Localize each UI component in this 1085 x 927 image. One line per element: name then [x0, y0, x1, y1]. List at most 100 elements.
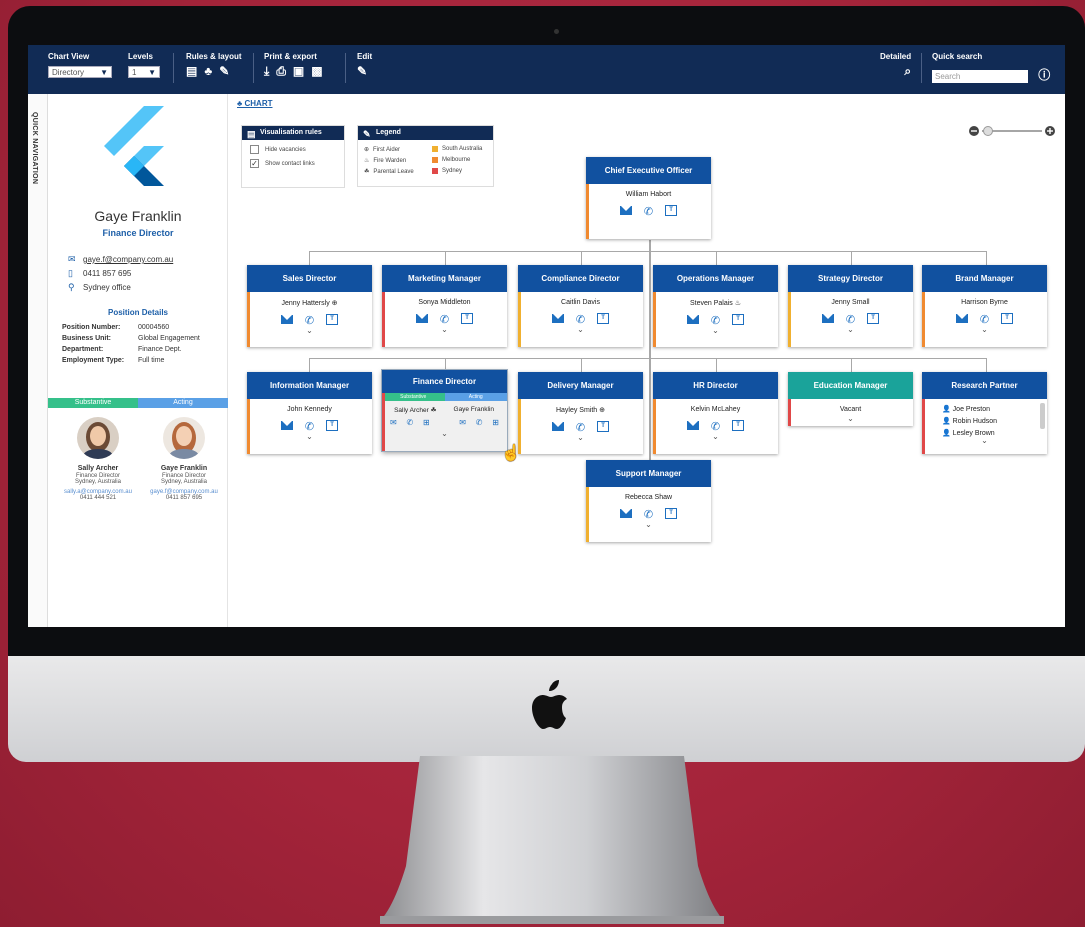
expand-chevron-icon[interactable]: ⌄: [247, 433, 372, 441]
expand-chevron-icon[interactable]: ⌄: [518, 434, 643, 442]
download-icon[interactable]: ⤓: [264, 64, 269, 79]
phone-icon[interactable]: ✆: [644, 205, 653, 218]
hierarchy-icon[interactable]: ♣: [204, 64, 212, 78]
person-icon: 👤: [942, 430, 953, 437]
expand-chevron-icon[interactable]: ⌄: [922, 437, 1047, 445]
email-icon[interactable]: [619, 206, 632, 215]
expand-chevron-icon[interactable]: ⌄: [247, 327, 372, 335]
card-person-text: Jenny Hattersly: [281, 300, 330, 307]
teams-icon[interactable]: T: [326, 314, 339, 325]
teams-icon[interactable]: T: [597, 421, 610, 432]
position-card[interactable]: Brand Manager Harrison Byrne ✆ T ⌄: [922, 265, 1047, 347]
expand-chevron-icon[interactable]: ⌄: [586, 521, 711, 529]
position-card[interactable]: Marketing Manager Sonya Middleton ✆ T ⌄: [382, 265, 507, 347]
wrench-icon[interactable]: ✎: [219, 64, 229, 78]
expand-chevron-icon[interactable]: ⌄: [788, 415, 913, 423]
legend-panel: ✎ Legend ⊕ First Aider ♨ Fire Warden ☘ Paren…: [357, 125, 494, 187]
email-icon[interactable]: [551, 422, 564, 431]
teams-icon[interactable]: ⊞: [423, 418, 430, 427]
position-card-finance-director[interactable]: Finance Director Substantive Acting Sally…: [382, 370, 507, 451]
clipboard-icon[interactable]: ▣: [293, 64, 304, 79]
connector-line: [986, 358, 987, 372]
breadcrumb[interactable]: ♣ CHART: [237, 99, 272, 108]
position-card[interactable]: Compliance Director Caitlin Davis ✆ T ⌄: [518, 265, 643, 347]
teams-icon[interactable]: T: [1001, 313, 1014, 324]
image-icon[interactable]: ▩: [311, 64, 322, 79]
person-icon: 👤: [942, 406, 953, 413]
zoom-slider[interactable]: [968, 125, 1058, 137]
tab-substantive[interactable]: Substantive: [48, 398, 138, 408]
quick-navigation[interactable]: QUICK NAVIGATION: [28, 94, 48, 627]
position-card-research-partner[interactable]: Research Partner 👤 Joe Preston 👤 Robin H…: [922, 372, 1047, 454]
expand-chevron-icon[interactable]: ⌄: [382, 430, 507, 438]
member-name: Lesley Brown: [952, 430, 995, 437]
teams-icon[interactable]: T: [665, 205, 678, 216]
expand-chevron-icon[interactable]: ⌄: [518, 326, 643, 334]
teams-icon[interactable]: ⊞: [492, 418, 499, 427]
email-icon[interactable]: [955, 314, 968, 323]
print-icon[interactable]: ⎙: [276, 64, 286, 79]
search-input[interactable]: Search: [932, 70, 1028, 83]
teams-icon[interactable]: T: [665, 508, 678, 519]
email-icon[interactable]: ✉: [459, 418, 466, 427]
email-icon[interactable]: [821, 314, 834, 323]
email-icon[interactable]: [551, 314, 564, 323]
list-item[interactable]: 👤 Robin Hudson: [942, 416, 1047, 428]
tab-acting[interactable]: Acting: [444, 393, 507, 401]
phone-icon[interactable]: ✆: [407, 418, 414, 427]
profile-email[interactable]: ✉ gaye.f@company.com.au: [68, 254, 173, 265]
email-icon[interactable]: [280, 421, 293, 430]
expand-chevron-icon[interactable]: ⌄: [653, 327, 778, 335]
tab-acting[interactable]: Acting: [138, 398, 228, 408]
teams-icon[interactable]: T: [732, 314, 745, 325]
scrollbar[interactable]: [1040, 403, 1045, 429]
position-card[interactable]: Delivery Manager Hayley Smith ⊕ ✆ T ⌄: [518, 372, 643, 454]
profile-phone[interactable]: ▯ 0411 857 695: [68, 268, 131, 279]
person-acting[interactable]: Gaye Franklin Finance Director Sydney, A…: [140, 417, 228, 501]
info-icon[interactable]: ⓘ: [1038, 68, 1050, 82]
teams-icon[interactable]: T: [732, 420, 745, 431]
expand-chevron-icon[interactable]: ⌄: [788, 326, 913, 334]
tab-substantive[interactable]: Substantive: [382, 393, 445, 401]
member-name: Robin Hudson: [952, 418, 998, 425]
show-links-checkbox[interactable]: ✓: [250, 159, 259, 168]
position-card[interactable]: Support Manager Rebecca Shaw ✆ T ⌄: [586, 460, 711, 542]
search-icon[interactable]: ⌕: [904, 64, 911, 79]
position-card-ceo[interactable]: Chief Executive Officer William Habort ✆…: [586, 157, 711, 239]
profile-phone-text: 0411 857 695: [83, 269, 132, 278]
position-card-vacant[interactable]: Education Manager Vacant ⌄: [788, 372, 913, 426]
email-icon[interactable]: [619, 509, 632, 518]
hide-vacancies-row[interactable]: Hide vacancies: [250, 145, 344, 154]
expand-chevron-icon[interactable]: ⌄: [653, 433, 778, 441]
position-card[interactable]: Sales Director Jenny Hattersly ⊕ ✆ T ⌄: [247, 265, 372, 347]
hide-vacancies-checkbox[interactable]: [250, 145, 259, 154]
person-substantive[interactable]: Sally Archer Finance Director Sydney, Au…: [54, 417, 142, 501]
phone-icon[interactable]: ✆: [476, 418, 483, 427]
email-icon[interactable]: [686, 315, 699, 324]
print-group: Print & export ⤓ ⎙ ▣ ▩: [264, 52, 323, 79]
card-title: Finance Director: [382, 370, 507, 393]
email-icon[interactable]: [415, 314, 428, 323]
expand-chevron-icon[interactable]: ⌄: [382, 326, 507, 334]
position-card[interactable]: HR Director Kelvin McLahey ✆ T ⌄: [653, 372, 778, 454]
expand-chevron-icon[interactable]: ⌄: [922, 326, 1047, 334]
email-icon[interactable]: ✉: [390, 418, 397, 427]
show-links-row[interactable]: ✓ Show contact links: [250, 159, 344, 168]
position-card[interactable]: Strategy Director Jenny Small ✆ T ⌄: [788, 265, 913, 347]
chart-view-select[interactable]: Directory ▼: [48, 66, 112, 78]
position-card[interactable]: Operations Manager Steven Palais ♨ ✆ T ⌄: [653, 265, 778, 347]
legend-title: Legend: [376, 129, 401, 136]
teams-icon[interactable]: T: [461, 313, 474, 324]
email-icon[interactable]: [686, 421, 699, 430]
location-bar: [382, 393, 385, 451]
teams-icon[interactable]: T: [867, 313, 880, 324]
position-card[interactable]: Information Manager John Kennedy ✆ T ⌄: [247, 372, 372, 454]
list-item[interactable]: 👤 Joe Preston: [942, 404, 1047, 416]
email-icon[interactable]: [280, 315, 293, 324]
detail-value: Full time: [138, 357, 165, 364]
teams-icon[interactable]: T: [597, 313, 610, 324]
teams-icon[interactable]: T: [326, 420, 339, 431]
pencil-icon[interactable]: ✎: [357, 64, 367, 78]
levels-select[interactable]: 1 ▼: [128, 66, 160, 78]
rules-icon[interactable]: ▤: [186, 64, 197, 78]
